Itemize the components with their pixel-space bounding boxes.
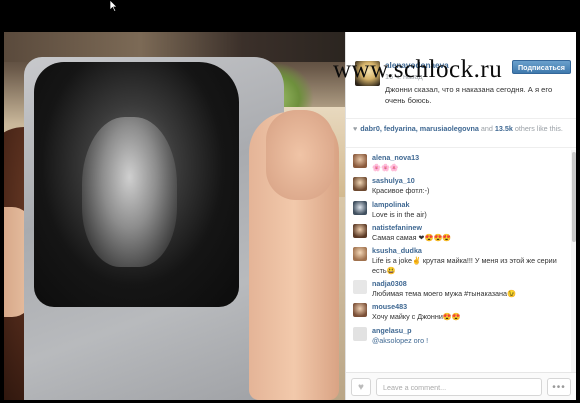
list-item: natistefaninew Самая самая ❤😍😍😍	[346, 220, 571, 243]
comment-username[interactable]: sashulya_10	[372, 176, 415, 185]
comments-scrollbar[interactable]	[571, 150, 576, 372]
likers-list[interactable]: dabr0, fedyarina, marusiaolegovna	[360, 124, 479, 133]
list-item: alena_nova13 🌸🌸🌸	[346, 150, 571, 173]
comment-text: Самая самая ❤😍😍😍	[372, 232, 452, 242]
comment-text: Любимая тема моего мужа #тынаказана😉	[372, 289, 516, 299]
photo-print-face	[82, 117, 177, 267]
mouse-cursor-icon	[110, 0, 118, 12]
post-sidebar: alenavodonaeva 16 ч. назад Подписаться Д…	[345, 32, 576, 400]
follow-button[interactable]: Подписаться	[512, 60, 571, 74]
comment-footer: ♥ •••	[346, 372, 576, 400]
list-item: angelasu_p @aksolopez ого !	[346, 323, 571, 346]
more-options-button[interactable]: •••	[547, 378, 571, 396]
list-item: nadja0308 Любимая тема моего мужа #тынак…	[346, 276, 571, 299]
comment-username[interactable]: angelasu_p	[372, 326, 412, 335]
ellipsis-icon: •••	[552, 381, 566, 393]
comment-text: Красивое фотл:-)	[372, 186, 430, 196]
watermark-text: www.schlock.ru	[333, 56, 503, 83]
commenter-avatar[interactable]	[353, 223, 367, 238]
list-item: mouse483 Хочу майку с Джонни😍😍	[346, 299, 571, 322]
commenter-avatar[interactable]	[353, 200, 367, 215]
commenter-avatar[interactable]	[353, 280, 367, 295]
list-item: lampolinak Love is in the air)	[346, 197, 571, 220]
comment-text: Хочу майку с Джонни😍😍	[372, 312, 461, 322]
commenter-avatar[interactable]	[353, 177, 367, 192]
post-photo[interactable]	[4, 32, 345, 400]
commenter-avatar[interactable]	[353, 326, 367, 341]
heart-icon: ♥	[353, 124, 358, 133]
comment-username[interactable]: lampolinak	[372, 200, 410, 209]
comment-username[interactable]: mouse483	[372, 302, 407, 311]
commenter-avatar[interactable]	[353, 303, 367, 318]
list-item: sashulya_10 Красивое фотл:-)	[346, 173, 571, 196]
commenter-avatar[interactable]	[353, 247, 367, 262]
comment-username[interactable]: alena_nova13	[372, 153, 419, 162]
comments-list: alena_nova13 🌸🌸🌸 sashulya_10 Красивое фо…	[346, 150, 571, 372]
heart-icon: ♥	[358, 381, 364, 393]
likes-suffix: others like this.	[514, 124, 563, 133]
likes-count[interactable]: 13.5k	[495, 124, 513, 133]
scrollbar-thumb[interactable]	[572, 152, 576, 242]
comment-input[interactable]	[376, 378, 542, 396]
comment-username[interactable]: ksusha_dudka	[372, 246, 422, 255]
comment-username[interactable]: nadja0308	[372, 279, 407, 288]
likes-and: and	[480, 124, 493, 133]
comment-text: 🌸🌸🌸	[372, 163, 399, 172]
comment-text: Life is a joke✌ крутая майка!!! У меня и…	[372, 256, 557, 276]
list-item: ksusha_dudka Life is a joke✌ крутая майк…	[346, 243, 571, 276]
commenter-avatar[interactable]	[353, 154, 367, 168]
likes-summary: ♥ dabr0, fedyarina, marusiaolegovna and 1…	[346, 118, 576, 148]
post-modal: alenavodonaeva 16 ч. назад Подписаться Д…	[4, 32, 576, 400]
comment-username[interactable]: natistefaninew	[372, 223, 422, 232]
comment-text: @aksolopez ого !	[372, 335, 429, 345]
background-overlay-top	[0, 0, 580, 32]
photo-hand	[266, 110, 334, 200]
like-button[interactable]: ♥	[351, 378, 371, 396]
comment-text: Love is in the air)	[372, 209, 427, 219]
post-caption: Джонни сказал, что я наказана сегодня. А…	[385, 85, 553, 105]
